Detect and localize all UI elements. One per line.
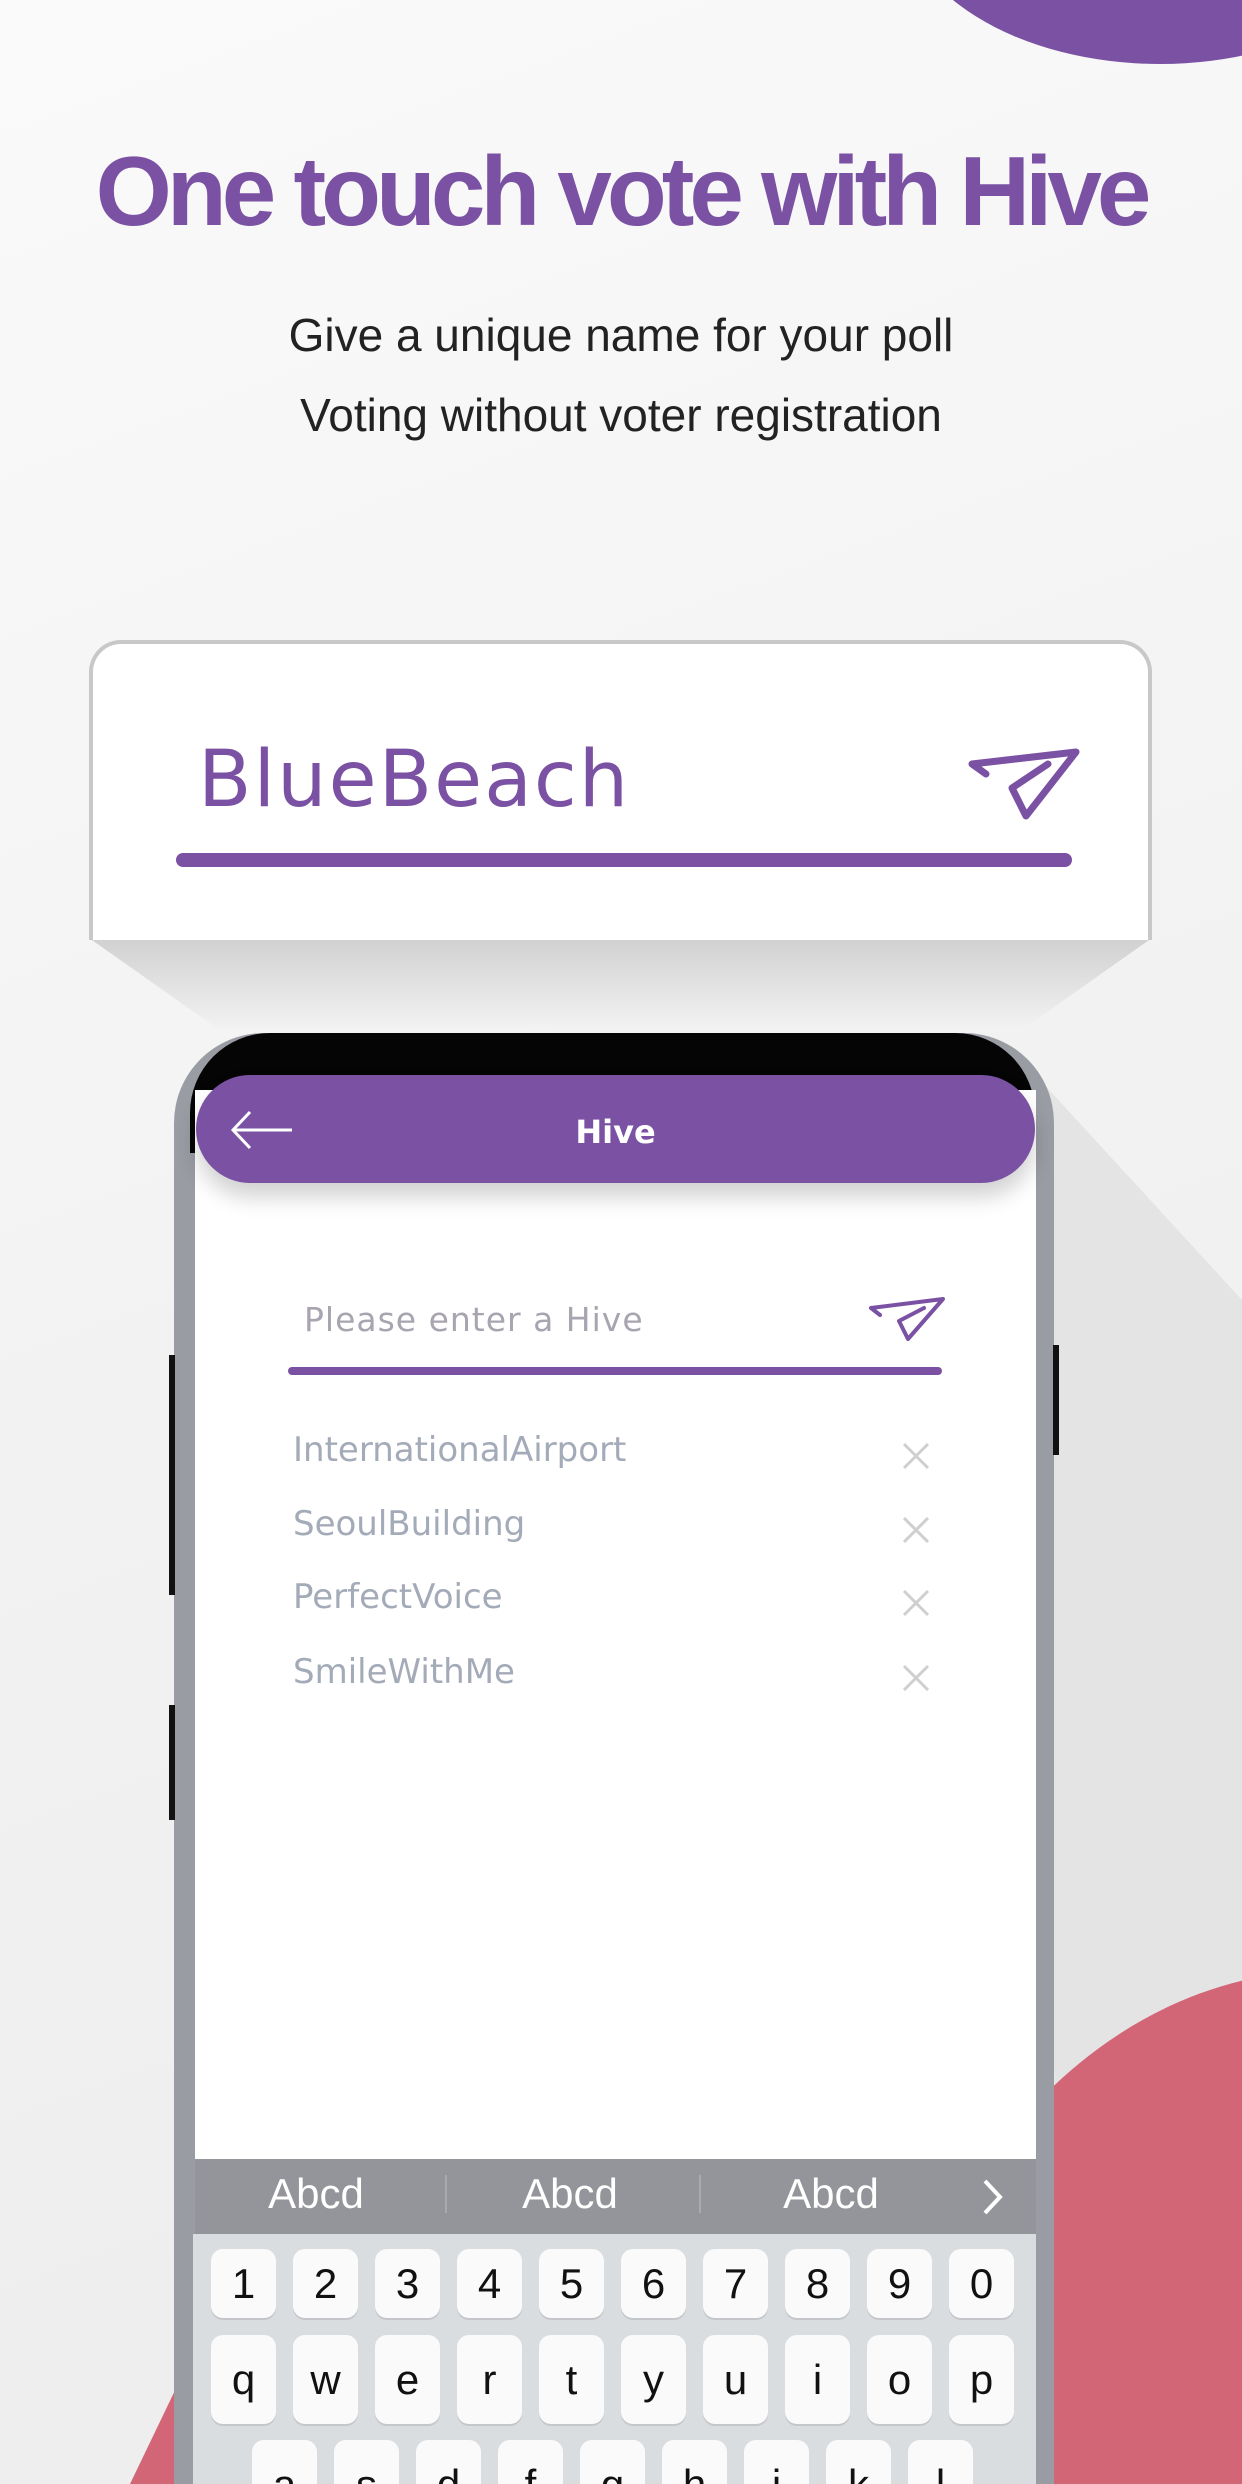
key[interactable]: l: [908, 2440, 973, 2484]
divider: [699, 2175, 701, 2213]
suggestion[interactable]: Abcd: [216, 2170, 416, 2218]
key[interactable]: r: [457, 2335, 522, 2424]
key[interactable]: s: [334, 2440, 399, 2484]
send-icon[interactable]: [868, 1296, 946, 1342]
card-shadow: [89, 938, 1152, 1028]
key[interactable]: f: [498, 2440, 563, 2484]
divider: [445, 2175, 447, 2213]
key[interactable]: p: [949, 2335, 1014, 2424]
chevron-right-icon[interactable]: [980, 2178, 1006, 2216]
key[interactable]: 9: [867, 2249, 932, 2318]
close-icon[interactable]: [896, 1510, 936, 1550]
recent-hive-item[interactable]: PerfectVoice: [293, 1577, 503, 1617]
hive-search-input[interactable]: Please enter a Hive: [304, 1300, 644, 1339]
key[interactable]: 7: [703, 2249, 768, 2318]
close-icon[interactable]: [896, 1583, 936, 1623]
recent-hive-item[interactable]: SmileWithMe: [293, 1652, 515, 1692]
key[interactable]: a: [252, 2440, 317, 2484]
recent-hive-item[interactable]: SeoulBuilding: [293, 1504, 525, 1544]
app-title: Hive: [575, 1113, 656, 1151]
hero-title: One touch vote with Hive: [95, 136, 1152, 246]
phone-side-button: [169, 1355, 175, 1595]
demo-input-value: BlueBeach: [198, 735, 631, 825]
input-underline: [288, 1367, 942, 1375]
send-icon: [968, 748, 1080, 820]
suggestion[interactable]: Abcd: [731, 2170, 931, 2218]
key[interactable]: 5: [539, 2249, 604, 2318]
hero-subtitle-2: Voting without voter registration: [300, 389, 942, 441]
key[interactable]: q: [211, 2335, 276, 2424]
recent-hive-item[interactable]: InternationalAirport: [293, 1430, 626, 1470]
key[interactable]: u: [703, 2335, 768, 2424]
key[interactable]: 6: [621, 2249, 686, 2318]
key[interactable]: i: [785, 2335, 850, 2424]
key[interactable]: y: [621, 2335, 686, 2424]
key[interactable]: w: [293, 2335, 358, 2424]
key[interactable]: 2: [293, 2249, 358, 2318]
key[interactable]: e: [375, 2335, 440, 2424]
key[interactable]: j: [744, 2440, 809, 2484]
hero-subtitle-1: Give a unique name for your poll: [288, 309, 954, 361]
key[interactable]: 0: [949, 2249, 1014, 2318]
key[interactable]: o: [867, 2335, 932, 2424]
key[interactable]: 4: [457, 2249, 522, 2318]
key[interactable]: 8: [785, 2249, 850, 2318]
phone-side-button: [169, 1705, 175, 1820]
key[interactable]: t: [539, 2335, 604, 2424]
key[interactable]: g: [580, 2440, 645, 2484]
key[interactable]: k: [826, 2440, 891, 2484]
key[interactable]: 3: [375, 2249, 440, 2318]
close-icon[interactable]: [896, 1436, 936, 1476]
key[interactable]: 1: [211, 2249, 276, 2318]
demo-input-underline: [176, 853, 1072, 867]
key[interactable]: h: [662, 2440, 727, 2484]
close-icon[interactable]: [896, 1658, 936, 1698]
phone-side-button: [1053, 1345, 1059, 1455]
suggestion[interactable]: Abcd: [470, 2170, 670, 2218]
key[interactable]: d: [416, 2440, 481, 2484]
